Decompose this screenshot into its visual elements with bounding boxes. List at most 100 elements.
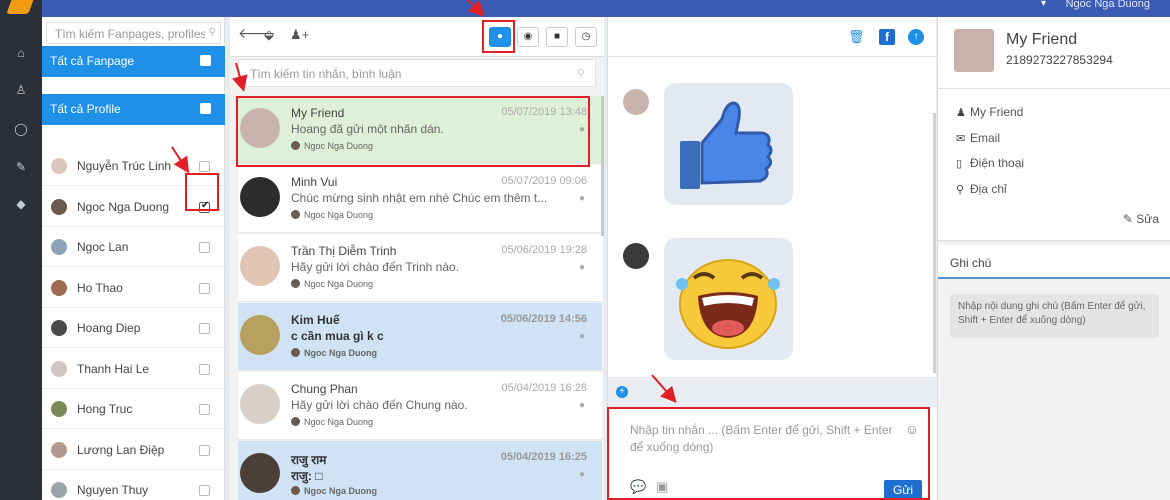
account-item[interactable]: Nguyen Thuy: [42, 470, 225, 500]
account-checkbox[interactable]: [199, 282, 210, 294]
comment-icon: ●: [578, 400, 585, 411]
conversation-toolbar: 🡐 ⬙ ♟+ ● ◉ ■ ◷: [230, 17, 604, 57]
attachment-icon[interactable]: ✎: [13, 160, 29, 176]
avatar: [51, 198, 67, 215]
all-fanpages-label: Tất cả Fanpage: [50, 54, 135, 68]
chat-bubble-icon[interactable]: 💬: [630, 479, 646, 495]
page-avatar: [291, 141, 300, 150]
conversation-item[interactable]: राजु राम 05/04/2019 16:25 राजु: □ ● Ngoc Nga…: [238, 441, 602, 500]
account-item[interactable]: Hong Truc: [42, 389, 225, 429]
account-search-input[interactable]: Tìm kiếm Fanpages, profiles ⚲: [46, 22, 221, 44]
comment-icon: ●: [578, 124, 585, 135]
chat-scrollbar[interactable]: [933, 113, 936, 373]
conversation-time: 05/07/2019 13:48: [501, 106, 587, 118]
account-name: Lương Lan Điệp: [77, 442, 165, 457]
plus-icon[interactable]: +: [616, 386, 628, 398]
chevron-down-icon[interactable]: ▾: [1041, 0, 1046, 9]
app-logo[interactable]: [0, 0, 42, 17]
tags-icon[interactable]: ⬙: [264, 27, 274, 50]
all-profiles-checkbox[interactable]: [200, 103, 211, 114]
account-item[interactable]: Hoang Diep: [42, 308, 225, 348]
conversation-item[interactable]: Chung Phan 05/04/2019 16:28 Hãy gửi lời ch…: [238, 372, 602, 440]
page-name: Ngoc Nga Duong: [304, 417, 374, 427]
account-checkbox[interactable]: [199, 404, 210, 415]
account-item[interactable]: Lương Lan Điệp: [42, 430, 225, 470]
page-avatar: [291, 486, 300, 495]
avatar: [51, 279, 67, 296]
profile-id: 2189273227853294: [1006, 53, 1113, 67]
conversation-item[interactable]: Minh Vui 05/07/2019 09:06 Chúc mừng sinh n…: [238, 165, 602, 233]
notes-input[interactable]: Nhập nội dung ghi chú (Bấm Enter để gửi,…: [950, 294, 1159, 338]
account-checkbox[interactable]: [199, 323, 210, 334]
image-icon[interactable]: ▣: [656, 479, 668, 495]
conversation-name: Minh Vui: [291, 175, 338, 189]
conversation-time: 05/06/2019 19:28: [501, 244, 587, 256]
edit-profile-button[interactable]: ✎ Sửa: [1123, 212, 1159, 226]
search-icon: ⚲: [576, 68, 585, 80]
account-checkbox[interactable]: [199, 363, 210, 375]
account-item[interactable]: Thanh Hai Le: [42, 349, 225, 389]
phone-icon: ▯: [956, 158, 963, 170]
conversation-name: Chung Phan: [291, 382, 358, 396]
chat-icon[interactable]: ◯: [13, 122, 29, 138]
conversation-preview: Hãy gửi lời chào đến Chung nào.: [291, 398, 468, 412]
account-item[interactable]: Ho Thao: [42, 268, 225, 308]
avatar: [51, 482, 67, 498]
upload-icon[interactable]: ↑: [908, 29, 924, 45]
avatar: [240, 177, 280, 217]
top-bar: ▾ Ngoc Nga Duong: [0, 0, 1170, 17]
conversation-search-input[interactable]: Tìm kiếm tin nhắn, bình luận ⚲: [238, 59, 596, 87]
profile-field-label: Địa chỉ: [970, 182, 1007, 196]
account-item[interactable]: Ngoc Lan: [42, 227, 225, 267]
conversation-time: 05/07/2019 09:06: [501, 175, 587, 187]
conversation-name: Kim Huế: [291, 313, 340, 327]
all-fanpages-toggle[interactable]: Tất cả Fanpage: [42, 46, 225, 77]
account-checkbox[interactable]: [199, 200, 210, 213]
conversation-item[interactable]: Trần Thị Diễm Trinh 05/06/2019 19:28 Hãy g…: [238, 234, 602, 302]
send-button[interactable]: Gửi: [884, 480, 922, 500]
account-checkbox[interactable]: [199, 161, 210, 172]
account-item[interactable]: Ngoc Nga Duong: [42, 187, 225, 227]
page-name: Ngoc Nga Duong: [304, 348, 377, 358]
message-composer[interactable]: Nhập tin nhắn ... (Bấm Enter để gửi, Shi…: [608, 407, 937, 500]
message-input[interactable]: Nhập tin nhắn ... (Bấm Enter để gửi, Shi…: [630, 422, 900, 456]
current-user-label[interactable]: Ngoc Nga Duong: [1066, 0, 1150, 10]
account-checkbox[interactable]: [199, 444, 210, 456]
account-name: Nguyễn Trúc Linh: [77, 159, 172, 173]
account-name: Thanh Hai Le: [77, 361, 150, 376]
trash-icon[interactable]: 🗑: [848, 29, 865, 45]
account-name: Ngoc Lan: [77, 240, 129, 254]
account-item[interactable]: Nguyễn Trúc Linh: [42, 146, 225, 186]
profile-field-address: ⚲ Địa chỉ: [956, 182, 1007, 196]
account-checkbox[interactable]: [199, 485, 210, 496]
clock-icon[interactable]: ◷: [575, 27, 597, 47]
conversation-page: Ngoc Nga Duong: [291, 348, 377, 358]
chat-bubble-icon[interactable]: ●: [489, 27, 511, 47]
avatar: [240, 108, 280, 148]
tab-notes[interactable]: Ghi chú: [938, 245, 1170, 279]
avatar: [51, 401, 67, 417]
eye-icon[interactable]: ◉: [517, 27, 539, 47]
conversation-item[interactable]: My Friend 05/07/2019 13:48 Hoang đã gửi mộ…: [238, 96, 602, 164]
comment-icon: ●: [578, 193, 585, 204]
home-icon[interactable]: ⌂: [13, 46, 29, 62]
emoji-icon[interactable]: ☺: [905, 421, 919, 437]
avatar: [51, 158, 67, 174]
all-profiles-toggle[interactable]: Tất cả Profile: [42, 94, 225, 125]
page-avatar: [291, 348, 300, 357]
conversation-time: 05/04/2019 16:25: [500, 451, 587, 463]
user-icon[interactable]: ♙: [13, 83, 29, 99]
conversation-preview: Hoang đã gửi một nhãn dán.: [291, 122, 444, 136]
comment-icon[interactable]: ■: [546, 27, 568, 47]
facebook-icon[interactable]: f: [879, 29, 895, 45]
all-fanpages-checkbox[interactable]: [200, 55, 211, 66]
tags-icon[interactable]: ◆: [13, 197, 29, 213]
page-avatar: [291, 417, 300, 426]
user-plus-icon[interactable]: ♟+: [290, 27, 309, 50]
profile-field-email: ✉ Email: [956, 131, 1000, 145]
conversation-scrollbar[interactable]: [601, 96, 604, 236]
account-checkbox[interactable]: [199, 242, 210, 253]
conversation-item[interactable]: Kim Huế 05/06/2019 14:56 c cần mua gì k c ●…: [238, 303, 602, 371]
conversation-preview: c cần mua gì k c: [291, 329, 384, 343]
avatar: [51, 441, 67, 458]
